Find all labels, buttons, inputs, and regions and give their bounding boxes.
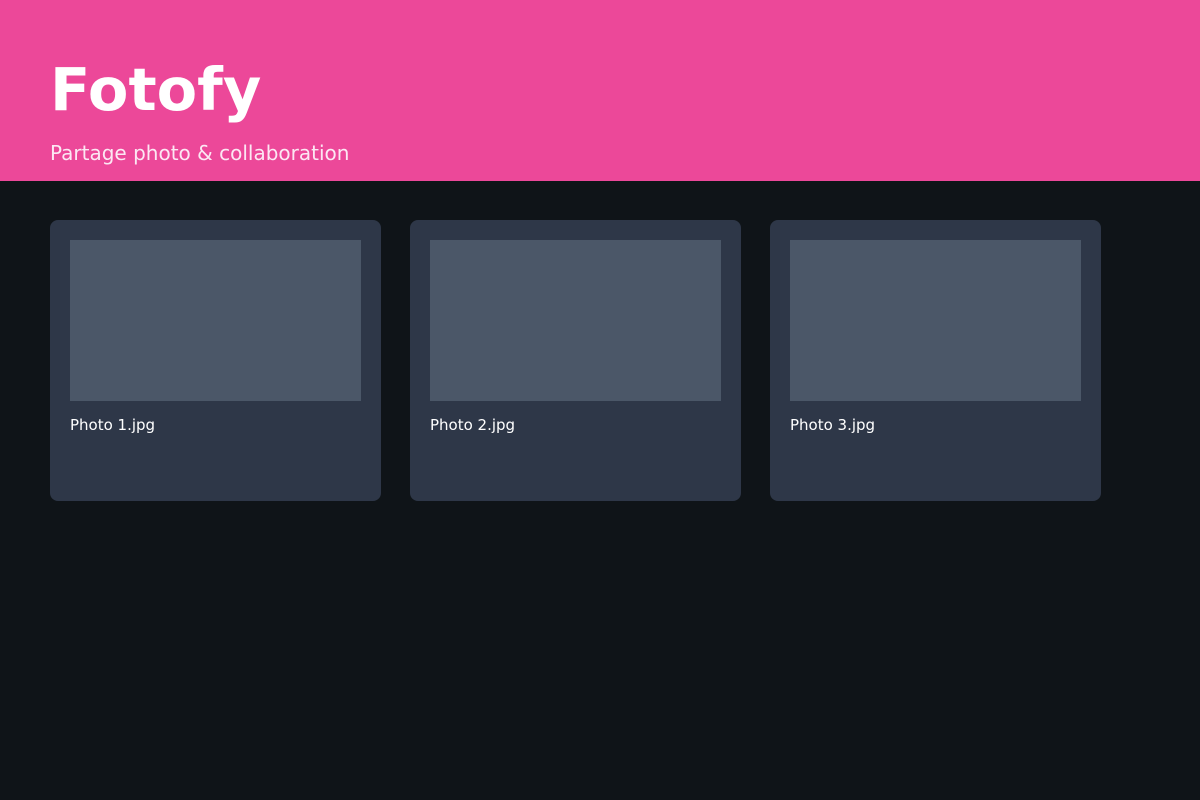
photo-card[interactable]: Photo 2.jpg: [410, 220, 741, 501]
photo-card[interactable]: Photo 3.jpg: [770, 220, 1101, 501]
photo-card[interactable]: Photo 1.jpg: [50, 220, 381, 501]
app-title: Fotofy: [50, 55, 262, 124]
photo-name: Photo 2.jpg: [430, 416, 516, 434]
photo-grid: Photo 1.jpg Photo 2.jpg Photo 3.jpg: [50, 220, 1101, 501]
photo-thumbnail[interactable]: [70, 240, 361, 401]
photo-thumbnail[interactable]: [430, 240, 721, 401]
photo-name: Photo 1.jpg: [70, 416, 156, 434]
app-subtitle: Partage photo & collaboration: [50, 141, 350, 165]
photo-thumbnail[interactable]: [790, 240, 1081, 401]
photo-name: Photo 3.jpg: [790, 416, 876, 434]
app-header: Fotofy Partage photo & collaboration: [0, 0, 1200, 181]
